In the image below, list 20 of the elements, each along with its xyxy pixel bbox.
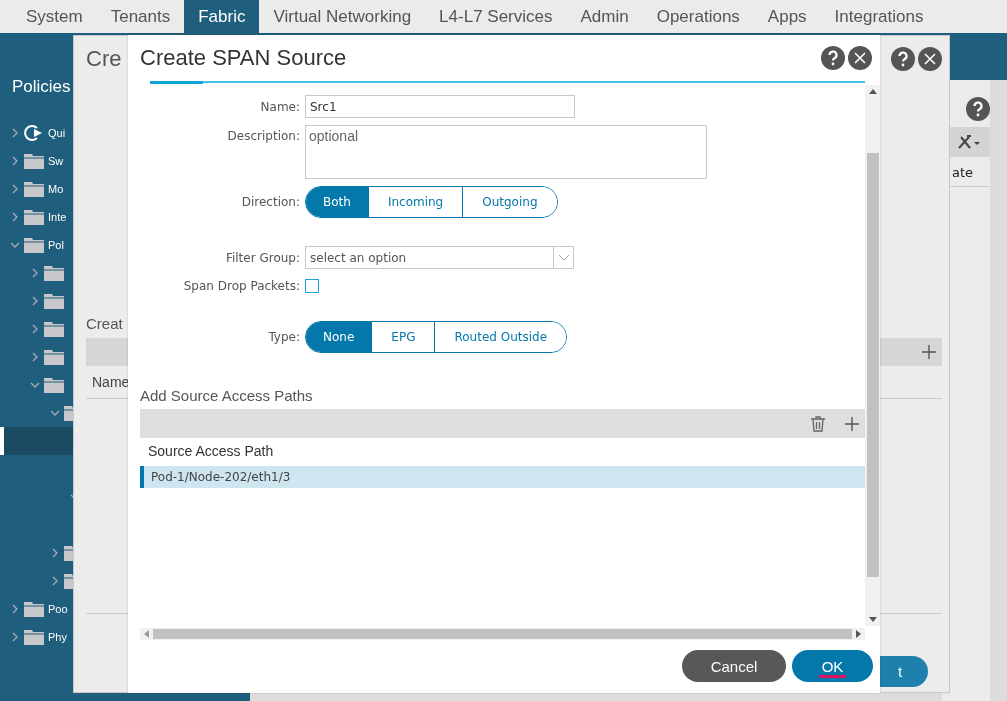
tree-label: Qui xyxy=(48,127,66,139)
section-title: Creat xyxy=(86,315,124,332)
dialog-title: Create SPAN Source xyxy=(140,45,347,71)
column-header: ate xyxy=(952,165,974,180)
dialog-title: Cre xyxy=(86,45,122,72)
field-label: Span Drop Packets: xyxy=(182,279,301,293)
sidebar-title: Policies xyxy=(12,77,71,98)
field-label: Type: xyxy=(267,329,301,344)
tree-label: Pol xyxy=(48,239,64,251)
field-label: Description: xyxy=(226,128,301,143)
tree-label: Inte xyxy=(48,211,67,223)
field-label: Direction: xyxy=(240,194,301,209)
tree-label: Poo xyxy=(48,603,68,615)
field-label: Name: xyxy=(259,99,301,114)
tree-label: Mo xyxy=(48,183,64,195)
column-header: Source Access Path xyxy=(147,442,275,461)
tree-label: Phy xyxy=(48,631,67,643)
tree-label: Sw xyxy=(48,155,64,167)
field-label: Filter Group: xyxy=(224,250,301,265)
table-cell-text: Pod-1/Node-202/eth1/3 xyxy=(150,470,291,484)
